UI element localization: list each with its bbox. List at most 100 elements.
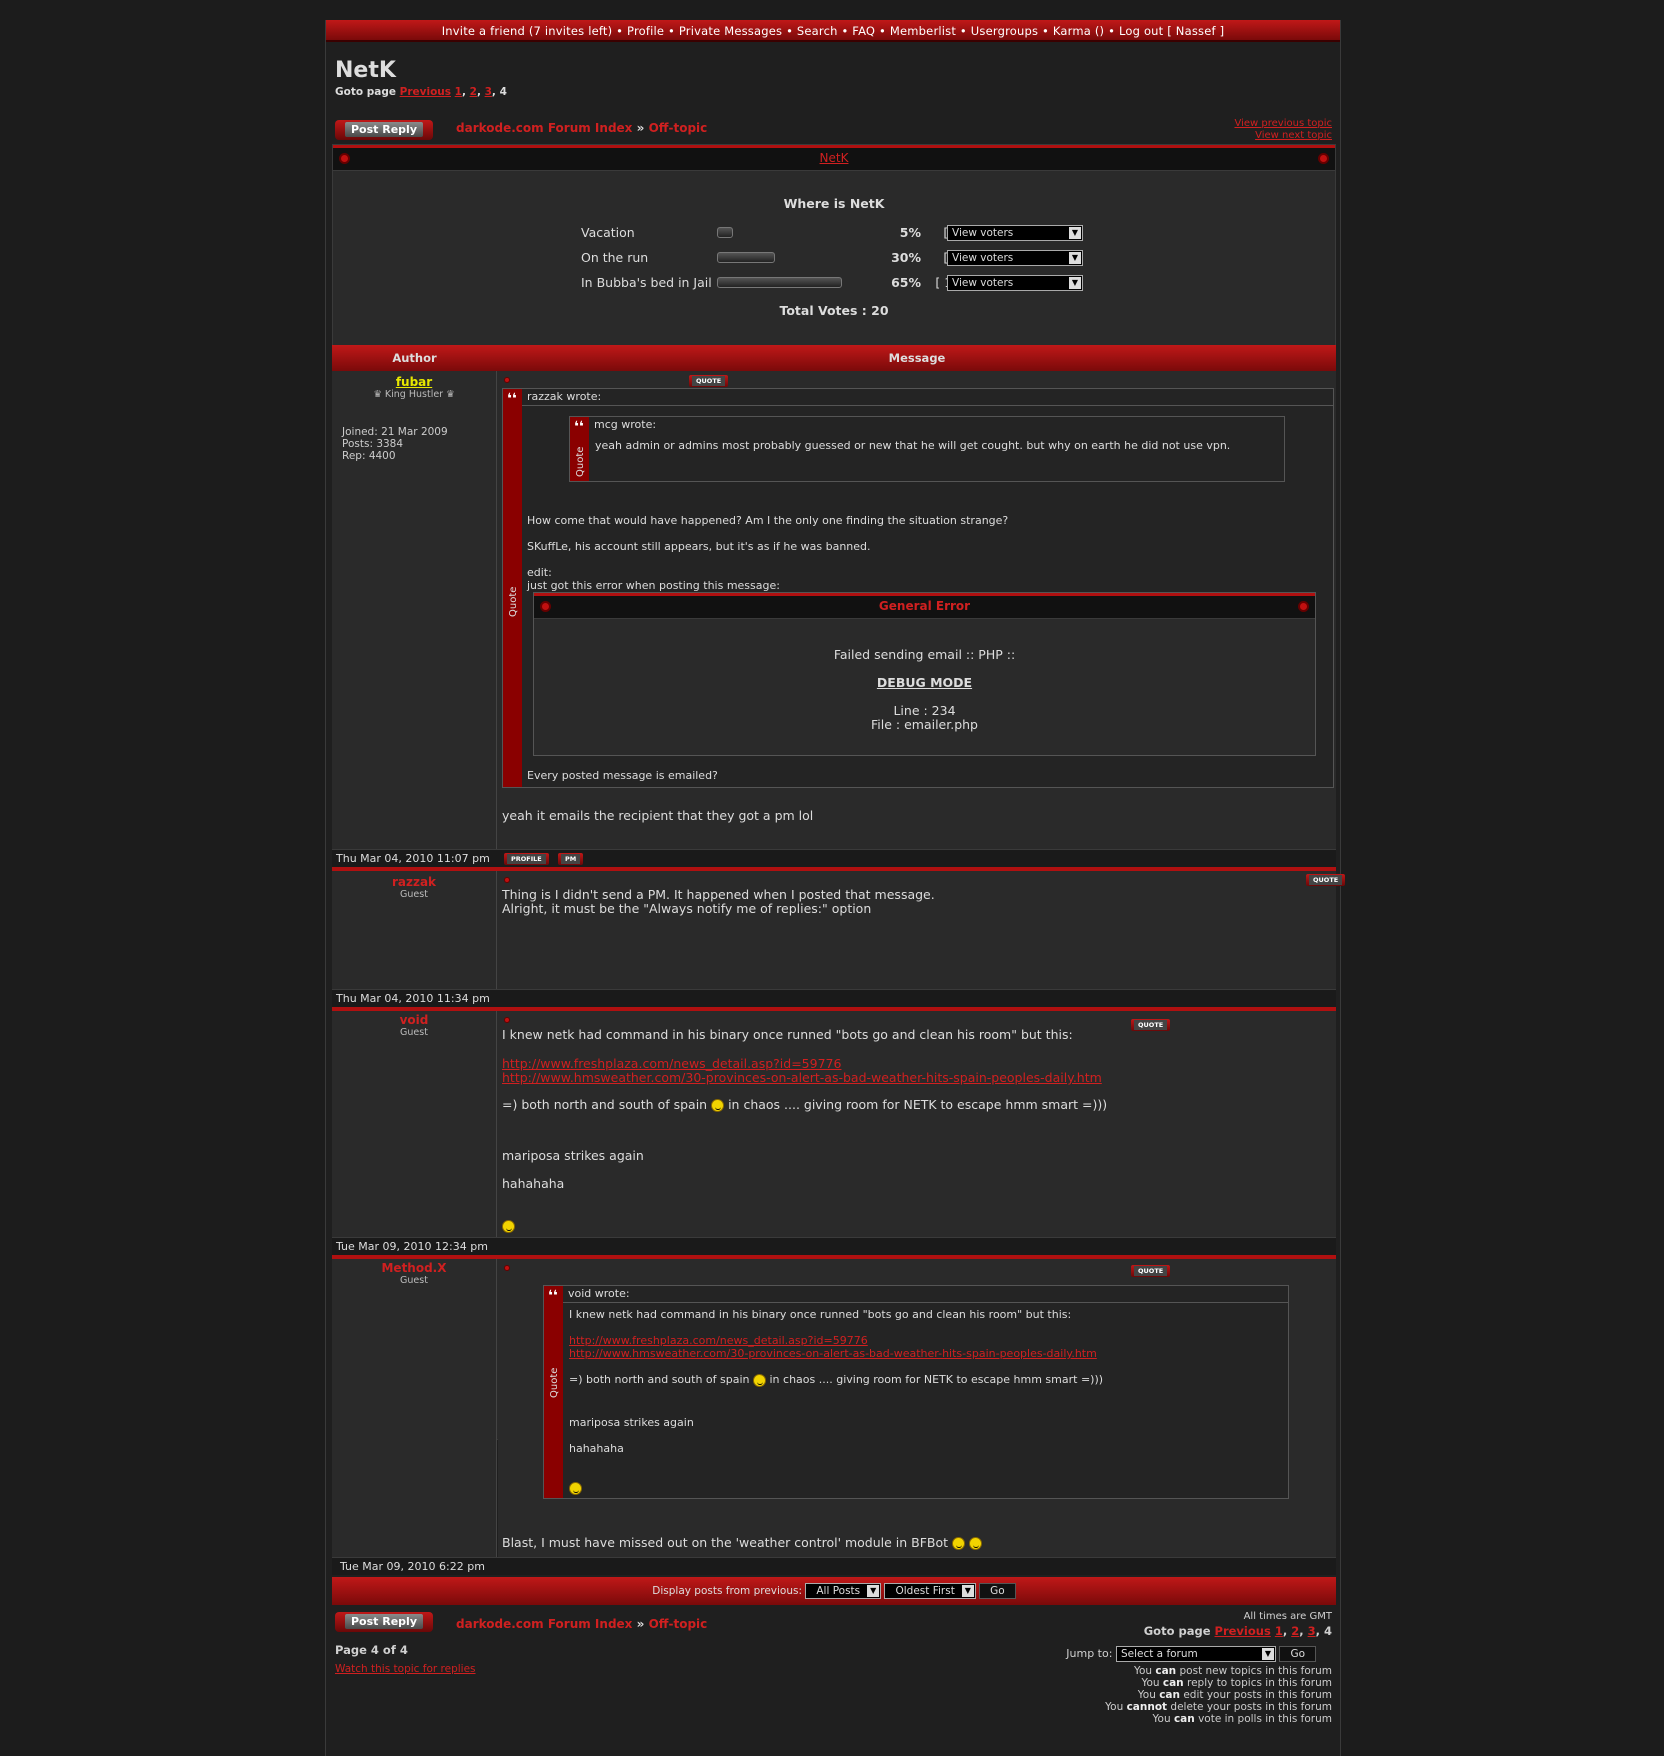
watch-topic-link[interactable]: Watch this topic for replies [335, 1663, 476, 1675]
top-nav-links[interactable]: Invite a friend (7 invites left) • Profi… [442, 24, 1225, 38]
forum-index-link[interactable]: darkode.com Forum Index [456, 1617, 632, 1631]
post-text: Blast, I must have missed out on the 'we… [502, 1535, 983, 1550]
quote-block-nested: ❛❛ Quote mcg wrote: yeah admin or admins … [569, 416, 1285, 482]
display-options-bar: Display posts from previous: All Posts ▼ … [332, 1577, 1336, 1605]
page-link-1[interactable]: 1 [1275, 1624, 1283, 1638]
quote-sidebar: ❛❛ Quote [503, 389, 522, 787]
post-date: Tue Mar 09, 2010 6:22 pm [340, 1560, 485, 1573]
poll-bar [717, 252, 775, 263]
laughing-smiley-icon [969, 1537, 983, 1550]
post-author-cell: fubar ♛ King Hustler ♛ Joined: 21 Mar 20… [332, 371, 497, 849]
quote-button[interactable]: QUOTE [1306, 874, 1346, 886]
timezone-note: All times are GMT [1243, 1611, 1332, 1622]
error-title: General Error [878, 599, 971, 613]
pm-button[interactable]: PM [558, 853, 584, 865]
profile-button[interactable]: PROFILE [504, 853, 549, 865]
view-voters-select[interactable]: View voters ▼ [947, 225, 1083, 241]
post-author-name[interactable]: void [400, 1013, 429, 1027]
view-previous-topic[interactable]: View previous topic [1234, 118, 1332, 129]
jump-select[interactable]: Select a forum ▼ [1115, 1646, 1276, 1662]
smiley-icon [711, 1099, 725, 1112]
poll-option-label: Vacation [581, 225, 635, 240]
post-author-rank: ♛ King Hustler ♛ [373, 389, 455, 400]
days-select[interactable]: All Posts ▼ [805, 1583, 882, 1599]
post-text: Alright, it must be the "Always notify m… [502, 901, 872, 916]
view-voters-select[interactable]: View voters ▼ [947, 250, 1083, 266]
message-column-header: Message [888, 351, 946, 365]
quote-button[interactable]: QUOTE [689, 375, 729, 387]
posts-table-header: Author Message [332, 345, 1336, 371]
post-text: =) both north and south of spain in chao… [502, 1097, 1108, 1112]
post-message-cell: QUOTE ❛❛ Quote void wrote: I knew netk ha… [498, 1259, 1336, 1557]
quote-mark-icon: ❛❛ [574, 419, 584, 435]
post-author-name[interactable]: fubar [396, 375, 432, 389]
post-text: How come that would have happened? Am I … [527, 514, 1009, 527]
chevron-down-icon: ▼ [961, 1585, 974, 1597]
corner-dot [1298, 601, 1309, 612]
error-line: Line : 234 [893, 703, 956, 718]
chevron-down-icon: ▼ [1069, 277, 1081, 289]
post-text: Thing is I didn't send a PM. It happened… [502, 887, 935, 902]
quote-link[interactable]: http://www.hmsweather.com/30-provinces-o… [569, 1347, 1097, 1360]
view-voters-select[interactable]: View voters ▼ [947, 275, 1083, 291]
chevron-down-icon: ▼ [1069, 252, 1081, 264]
post-author-rep: Rep: 4400 [342, 450, 396, 462]
permission-line: You cannot delete your posts in this for… [1105, 1701, 1332, 1713]
current-page: 4 [499, 86, 507, 98]
post-icon [504, 1265, 510, 1271]
post-text: mariposa strikes again [502, 1148, 644, 1163]
post-date: Thu Mar 04, 2010 11:34 pm [336, 992, 490, 1005]
post-icon [504, 877, 510, 883]
quote-text: =) both north and south of spain in chao… [569, 1373, 1104, 1387]
quote-button[interactable]: QUOTE [1131, 1265, 1171, 1277]
order-select[interactable]: Oldest First ▼ [884, 1583, 976, 1599]
post-author-name[interactable]: Method.X [381, 1261, 446, 1275]
poll-option-label: On the run [581, 250, 649, 265]
post-reply-bottom[interactable]: Post Reply [335, 1612, 433, 1632]
forum-link[interactable]: Off-topic [649, 1617, 708, 1631]
go-button[interactable]: Go [979, 1583, 1016, 1599]
permission-line: You can edit your posts in this forum [1137, 1689, 1332, 1701]
poll-topic-link[interactable]: NetK [820, 151, 849, 165]
post-date: Thu Mar 04, 2010 11:07 pm [336, 852, 490, 865]
page-title: NetK [335, 58, 396, 83]
post-text: Every posted message is emailed? [527, 769, 718, 782]
corner-dot [339, 153, 350, 164]
error-file: File : emailer.php [871, 717, 978, 732]
quote-author: mcg wrote: [594, 418, 657, 431]
forum-index-link[interactable]: darkode.com Forum Index [456, 121, 632, 135]
page-link-3[interactable]: 3 [485, 86, 492, 98]
post-footer: Tue Mar 09, 2010 12:34 pm [332, 1237, 1336, 1255]
page-wrapper: Invite a friend (7 invites left) • Profi… [325, 20, 1346, 1756]
post-message-cell: QUOTE ❛❛ Quote razzak wrote: ❛❛ Quote mcg … [498, 371, 1336, 849]
page-link-1[interactable]: 1 [455, 86, 462, 98]
confused-smiley-icon [952, 1537, 966, 1550]
quote-sidebar: ❛❛ Quote [570, 417, 589, 481]
post-author-name[interactable]: razzak [392, 875, 436, 889]
page-link-3[interactable]: 3 [1308, 1624, 1316, 1638]
quote-button[interactable]: QUOTE [1131, 1019, 1171, 1031]
forum-link[interactable]: Off-topic [649, 121, 708, 135]
post-reply-top[interactable]: Post Reply [335, 120, 433, 140]
post-footer: Tue Mar 09, 2010 6:22 pm [332, 1557, 1336, 1575]
goto-previous-link[interactable]: Previous [1215, 1624, 1271, 1638]
post-link[interactable]: http://www.freshplaza.com/news_detail.as… [502, 1056, 841, 1071]
post-author-rank: Guest [400, 889, 428, 900]
view-next-topic[interactable]: View next topic [1255, 130, 1332, 141]
post-link[interactable]: http://www.hmsweather.com/30-provinces-o… [502, 1070, 1102, 1085]
quote-mark-icon: ❛❛ [548, 1288, 558, 1304]
quote-link[interactable]: http://www.freshplaza.com/news_detail.as… [569, 1334, 868, 1347]
post-author-rank: Guest [400, 1027, 428, 1038]
author-column-header: Author [392, 351, 437, 365]
post-smiley [502, 1218, 515, 1233]
post-date: Tue Mar 09, 2010 12:34 pm [336, 1240, 488, 1253]
page-link-2[interactable]: 2 [470, 86, 477, 98]
quote-text: hahahaha [569, 1442, 624, 1455]
post-text: I knew netk had command in his binary on… [502, 1027, 1073, 1042]
top-nav[interactable]: Invite a friend (7 invites left) • Profi… [326, 20, 1340, 42]
jump-go-button[interactable]: Go [1279, 1646, 1316, 1662]
page-link-2[interactable]: 2 [1291, 1624, 1299, 1638]
forum-permissions: You can post new topics in this forum Yo… [1105, 1665, 1332, 1725]
corner-dot [1318, 153, 1329, 164]
goto-previous-link[interactable]: Previous [400, 86, 451, 98]
